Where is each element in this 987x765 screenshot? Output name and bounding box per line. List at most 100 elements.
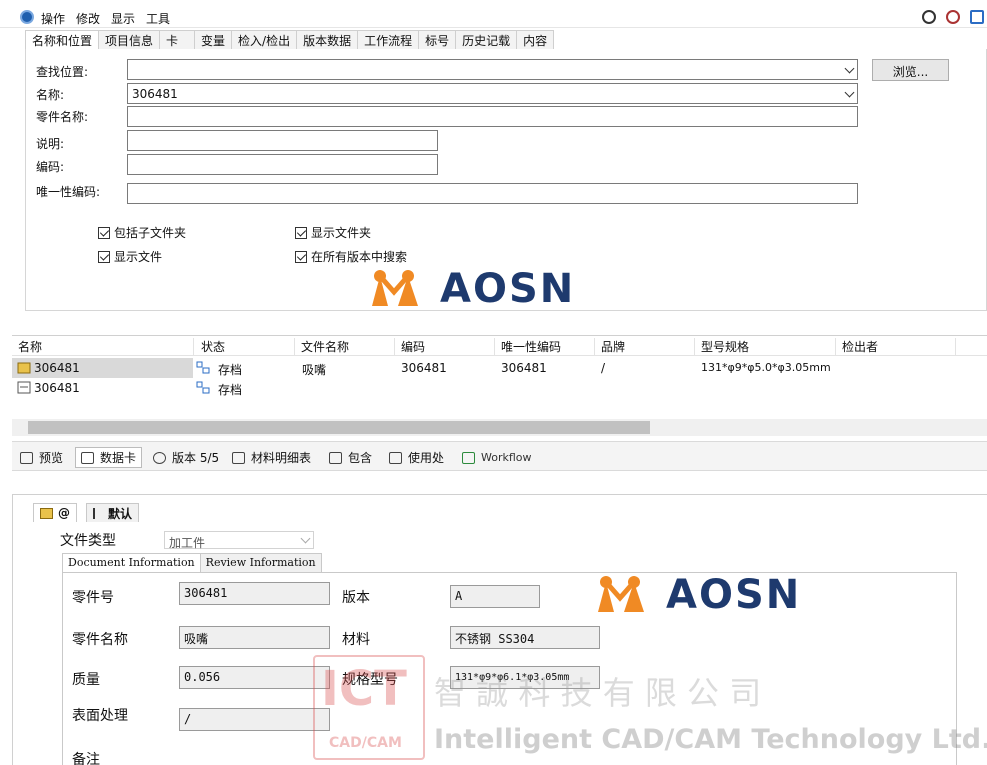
tab-preview[interactable]: 预览 bbox=[15, 447, 68, 468]
checkbox-checked-icon bbox=[295, 250, 307, 263]
show-files-checkbox[interactable]: 显示文件 bbox=[98, 248, 162, 265]
view-tabs: 预览 数据卡 版本 5/5 材料明细表 包含 使用处 Workflow bbox=[12, 441, 987, 471]
aosn-logo: AOSN bbox=[368, 266, 668, 312]
tab-label[interactable]: 标号 bbox=[418, 30, 457, 49]
table-icon bbox=[232, 451, 245, 464]
table-row[interactable]: 306481 存档 吸嘴 306481 306481 / 131*φ9*φ5.0… bbox=[12, 358, 987, 378]
find-location-label: 查找位置: bbox=[36, 65, 89, 79]
tab-version-data[interactable]: 版本数据 bbox=[296, 30, 359, 49]
watermark-cn: 智 誠 科 技 有 限 公 司 bbox=[434, 674, 762, 712]
checkbox-checked-icon bbox=[98, 250, 110, 263]
tab-where-used[interactable]: 使用处 bbox=[384, 447, 449, 468]
part-name-field[interactable]: 吸嘴 bbox=[179, 626, 330, 649]
col-checked-out-by[interactable]: 检出者 bbox=[836, 338, 956, 356]
tab-workflow[interactable]: Workflow bbox=[457, 447, 537, 468]
tab-name-location[interactable]: 名称和位置 bbox=[25, 30, 100, 49]
tab-review-information[interactable]: Review Information bbox=[199, 553, 322, 572]
col-name[interactable]: 名称 bbox=[12, 338, 194, 356]
part-name-label: 零件名称: bbox=[36, 110, 89, 124]
tab-card[interactable]: 卡 bbox=[159, 30, 196, 49]
app-icon[interactable] bbox=[20, 10, 34, 24]
search-icon[interactable] bbox=[922, 10, 936, 24]
tab-contains[interactable]: 包含 bbox=[324, 447, 377, 468]
description-label: 说明: bbox=[36, 137, 65, 151]
col-file-name[interactable]: 文件名称 bbox=[295, 338, 395, 356]
flag-icon bbox=[93, 507, 103, 519]
version-field[interactable]: A bbox=[450, 585, 540, 608]
name-value: 306481 bbox=[132, 87, 178, 101]
search-settings-icon[interactable] bbox=[970, 10, 984, 24]
name-combo[interactable]: 306481 bbox=[127, 83, 858, 104]
clear-search-icon[interactable] bbox=[946, 10, 960, 24]
mass-field[interactable]: 0.056 bbox=[179, 666, 330, 689]
checkbox-checked-icon bbox=[98, 226, 110, 239]
checkbox-checked-icon bbox=[295, 226, 307, 239]
tab-datacard[interactable]: 数据卡 bbox=[75, 447, 143, 468]
drawing-file-icon bbox=[17, 381, 31, 394]
version-icon bbox=[153, 451, 166, 464]
version-label: 版本 bbox=[342, 590, 370, 606]
tab-bom[interactable]: 材料明细表 bbox=[227, 447, 316, 468]
part-file-icon bbox=[17, 362, 31, 374]
logo-text: AOSN bbox=[440, 266, 576, 312]
workflow-icon bbox=[462, 451, 475, 464]
horizontal-scrollbar[interactable] bbox=[12, 419, 987, 436]
include-subfolders-checkbox[interactable]: 包括子文件夹 bbox=[98, 224, 186, 241]
table-row[interactable]: 306481 存档 bbox=[12, 378, 987, 398]
show-folders-checkbox[interactable]: 显示文件夹 bbox=[295, 224, 371, 241]
info-tabs: Document Information Review Information bbox=[62, 553, 322, 572]
remark-label: 备注 bbox=[72, 752, 100, 765]
watermark-en: Intelligent CAD/CAM Technology Ltd. bbox=[434, 724, 987, 755]
menu-modify[interactable]: 修改 bbox=[76, 10, 100, 27]
config-tab-at[interactable]: @ bbox=[33, 503, 77, 522]
tab-document-information[interactable]: Document Information bbox=[62, 553, 201, 572]
workflow-state-icon bbox=[196, 381, 210, 394]
hierarchy-icon bbox=[329, 451, 342, 464]
file-type-select[interactable]: 加工件 bbox=[164, 531, 314, 550]
tab-checkin-checkout[interactable]: 检入/检出 bbox=[231, 30, 298, 49]
col-state[interactable]: 状态 bbox=[195, 338, 295, 356]
chevron-down-icon[interactable] bbox=[844, 87, 855, 98]
description-input[interactable] bbox=[127, 130, 438, 151]
menu-view[interactable]: 显示 bbox=[111, 10, 135, 27]
robot-arm-icon bbox=[372, 270, 418, 306]
aosn-logo-card: AOSN bbox=[594, 572, 904, 618]
part-name-label: 零件名称 bbox=[72, 632, 128, 648]
col-unique-code[interactable]: 唯一性编码 bbox=[495, 338, 595, 356]
search-all-versions-checkbox[interactable]: 在所有版本中搜索 bbox=[295, 248, 407, 265]
col-code[interactable]: 编码 bbox=[395, 338, 495, 356]
chevron-down-icon[interactable] bbox=[300, 533, 311, 544]
code-input[interactable] bbox=[127, 154, 438, 175]
code-label: 编码: bbox=[36, 160, 65, 174]
surface-field[interactable]: / bbox=[179, 708, 330, 731]
unique-code-input[interactable] bbox=[127, 183, 858, 204]
material-field[interactable]: 不锈钢 SS304 bbox=[450, 626, 600, 649]
config-tab-default[interactable]: 默认 bbox=[86, 503, 140, 522]
file-type-label: 文件类型 bbox=[60, 533, 116, 549]
col-brand[interactable]: 品牌 bbox=[595, 338, 695, 356]
tab-workflow[interactable]: 工作流程 bbox=[357, 30, 420, 49]
chevron-down-icon[interactable] bbox=[844, 63, 855, 74]
browse-button[interactable]: 浏览... bbox=[872, 59, 949, 81]
tab-variables[interactable]: 变量 bbox=[194, 30, 233, 49]
material-label: 材料 bbox=[342, 632, 370, 648]
tab-project-info[interactable]: 项目信息 bbox=[98, 30, 161, 49]
tab-version[interactable]: 版本 5/5 bbox=[148, 447, 224, 468]
scrollbar-thumb[interactable] bbox=[28, 421, 650, 434]
menu-tools[interactable]: 工具 bbox=[146, 10, 170, 27]
col-spec[interactable]: 型号规格 bbox=[695, 338, 836, 356]
where-used-icon bbox=[389, 451, 402, 464]
part-no-field[interactable]: 306481 bbox=[179, 582, 330, 605]
part-name-input[interactable] bbox=[127, 106, 858, 127]
surface-label: 表面处理 bbox=[72, 708, 128, 724]
menu-operate[interactable]: 操作 bbox=[41, 10, 65, 27]
robot-arm-icon bbox=[598, 576, 644, 612]
logo-text: AOSN bbox=[666, 572, 802, 618]
part-no-label: 零件号 bbox=[72, 590, 114, 606]
mass-label: 质量 bbox=[72, 672, 100, 688]
tab-contents[interactable]: 内容 bbox=[516, 30, 555, 49]
find-location-combo[interactable] bbox=[127, 59, 858, 80]
results-header: 名称 状态 文件名称 编码 唯一性编码 品牌 型号规格 检出者 bbox=[12, 335, 987, 356]
ict-watermark-logo: ICT CAD/CAM bbox=[313, 655, 425, 760]
tab-history[interactable]: 历史记载 bbox=[455, 30, 518, 49]
